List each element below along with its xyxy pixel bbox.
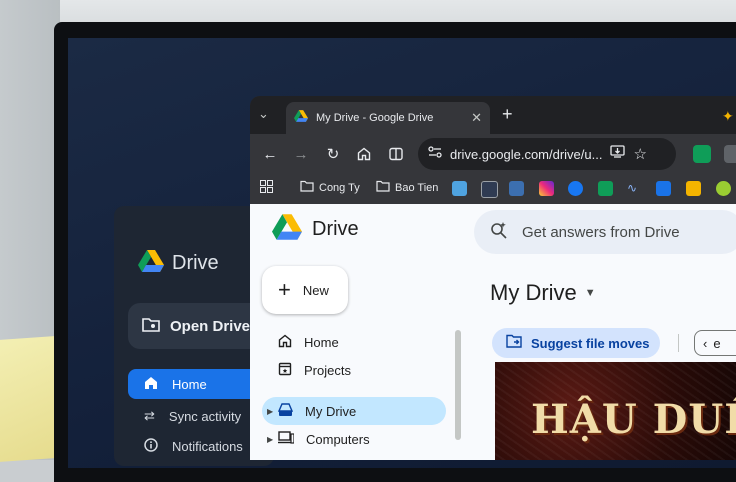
bookmark-site-icon[interactable] [656, 181, 671, 196]
install-icon[interactable] [610, 145, 626, 163]
bookmark-site-icon[interactable] [716, 181, 731, 196]
tab-strip: ⌄ My Drive - Google Drive ✕ + ✦ [250, 96, 736, 134]
chevron-down-icon: ▼ [584, 287, 596, 299]
page-title: My Drive [490, 280, 577, 305]
bookmark-site-icon[interactable] [481, 181, 498, 198]
folder-icon [376, 180, 390, 195]
sticky-note [0, 336, 54, 462]
view-title-dropdown[interactable]: My Drive ▼ [490, 280, 596, 306]
home-icon [278, 334, 292, 351]
sidebar-item-home[interactable]: Home [262, 328, 446, 356]
extensions-puzzle-icon[interactable] [724, 145, 736, 163]
sidebar-item-my-drive[interactable]: ▶ My Drive [262, 397, 446, 425]
expand-icon[interactable]: ▶ [267, 435, 273, 444]
site-info-icon[interactable] [428, 145, 442, 163]
search-input[interactable]: Get answers from Drive [474, 210, 736, 254]
filter-chip-label: e [713, 335, 721, 351]
desktop-nav-notifications-label: Notifications [172, 438, 243, 454]
drive-favicon-icon [294, 109, 308, 127]
instagram-icon[interactable] [539, 181, 554, 196]
open-drive-button[interactable]: Open Drive f [128, 303, 268, 349]
chevron-left-icon: ‹ [703, 335, 708, 351]
divider [678, 334, 679, 352]
thumbnail-title: HẬU DUỆ [531, 396, 736, 443]
search-placeholder: Get answers from Drive [522, 223, 680, 241]
projects-icon [278, 362, 292, 379]
sidebar-item-computers[interactable]: ▶ Computers [262, 425, 446, 453]
back-icon[interactable]: ← [259, 143, 281, 165]
bookmark-site-icon[interactable] [509, 181, 524, 196]
bookmark-bao-tien-label: Bao Tien [395, 181, 439, 194]
open-drive-label: Open Drive f [170, 317, 260, 335]
new-button[interactable]: + New [262, 266, 348, 314]
desktop-nav-sync[interactable]: ⇄ Sync activity [128, 401, 268, 431]
address-bar[interactable]: drive.google.com/drive/u... ☆ [418, 138, 676, 170]
plus-icon: + [278, 277, 291, 302]
chart-icon[interactable]: ∿ [627, 181, 642, 196]
computer-icon [278, 431, 295, 447]
folder-open-icon [142, 316, 160, 337]
forward-icon[interactable]: → [290, 143, 312, 165]
bookmark-cong-ty-label: Cong Ty [319, 181, 360, 194]
browser-window: ⌄ My Drive - Google Drive ✕ + ✦ ← → ↻ dr… [250, 96, 736, 460]
sheets-icon[interactable] [598, 181, 613, 196]
info-icon [144, 437, 158, 455]
apps-icon[interactable] [260, 180, 273, 193]
sidebar-item-label: Projects [304, 362, 351, 378]
folder-icon [300, 180, 314, 195]
new-tab-button[interactable]: + [502, 105, 513, 123]
close-icon[interactable]: ✕ [471, 110, 482, 126]
gemini-sparkle-icon[interactable]: ✦ [722, 108, 734, 125]
drive-page: Drive Get answers from Drive + New Home … [250, 204, 736, 460]
sidebar-item-label: Computers [306, 431, 370, 447]
drive-desktop-brand: Drive [138, 250, 219, 277]
drive-desktop-title: Drive [172, 252, 219, 274]
bookmark-site-icon[interactable] [686, 181, 701, 196]
desktop-nav-notifications[interactable]: Notifications [128, 431, 268, 461]
facebook-icon[interactable] [568, 181, 583, 196]
sparkle-search-icon [490, 221, 508, 244]
bookmark-cong-ty[interactable]: Cong Ty [300, 180, 360, 195]
home-icon[interactable] [353, 143, 375, 165]
sync-icon: ⇄ [144, 408, 155, 423]
tab-my-drive[interactable]: My Drive - Google Drive ✕ [286, 102, 490, 134]
sidebar-item-label: Home [304, 334, 339, 350]
desktop-nav-home-label: Home [172, 376, 207, 392]
sidebar-item-label: My Drive [305, 403, 357, 419]
drive-logo-icon [272, 214, 302, 245]
my-drive-icon [277, 402, 294, 420]
expand-icon[interactable]: ▶ [267, 407, 273, 416]
desktop-nav-home[interactable]: Home [128, 369, 268, 399]
desktop-nav-sync-label: Sync activity [168, 408, 242, 424]
move-file-icon [506, 334, 523, 353]
file-thumbnail[interactable]: HẬU DUỆ [495, 362, 736, 460]
suggest-file-moves-label: Suggest file moves [531, 335, 650, 351]
drive-logo[interactable]: Drive [272, 214, 359, 245]
sidebar-item-projects[interactable]: Projects [262, 356, 446, 384]
tab-search-icon[interactable]: ⌄ [258, 106, 269, 122]
tab-title: My Drive - Google Drive [316, 112, 434, 124]
split-view-icon[interactable] [385, 143, 407, 165]
browser-toolbar: ← → ↻ drive.google.com/drive/u... ☆ [250, 134, 736, 174]
extension-shield-icon[interactable] [693, 145, 711, 163]
drive-title: Drive [312, 218, 359, 240]
url-text: drive.google.com/drive/u... [450, 146, 603, 162]
suggest-file-moves-button[interactable]: Suggest file moves [492, 328, 660, 358]
home-icon [144, 376, 158, 393]
bookmarks-bar: Cong Ty Bao Tien ∿ [250, 174, 736, 204]
reload-icon[interactable]: ↻ [322, 143, 344, 165]
filter-chip[interactable]: ‹ e [694, 330, 736, 356]
bookmark-site-icon[interactable] [452, 181, 467, 196]
drive-logo-icon [138, 250, 164, 277]
new-button-label: New [302, 282, 329, 298]
bookmark-bao-tien[interactable]: Bao Tien [376, 180, 438, 195]
sidebar-scrollbar[interactable] [455, 330, 461, 440]
star-icon[interactable]: ☆ [633, 145, 646, 163]
